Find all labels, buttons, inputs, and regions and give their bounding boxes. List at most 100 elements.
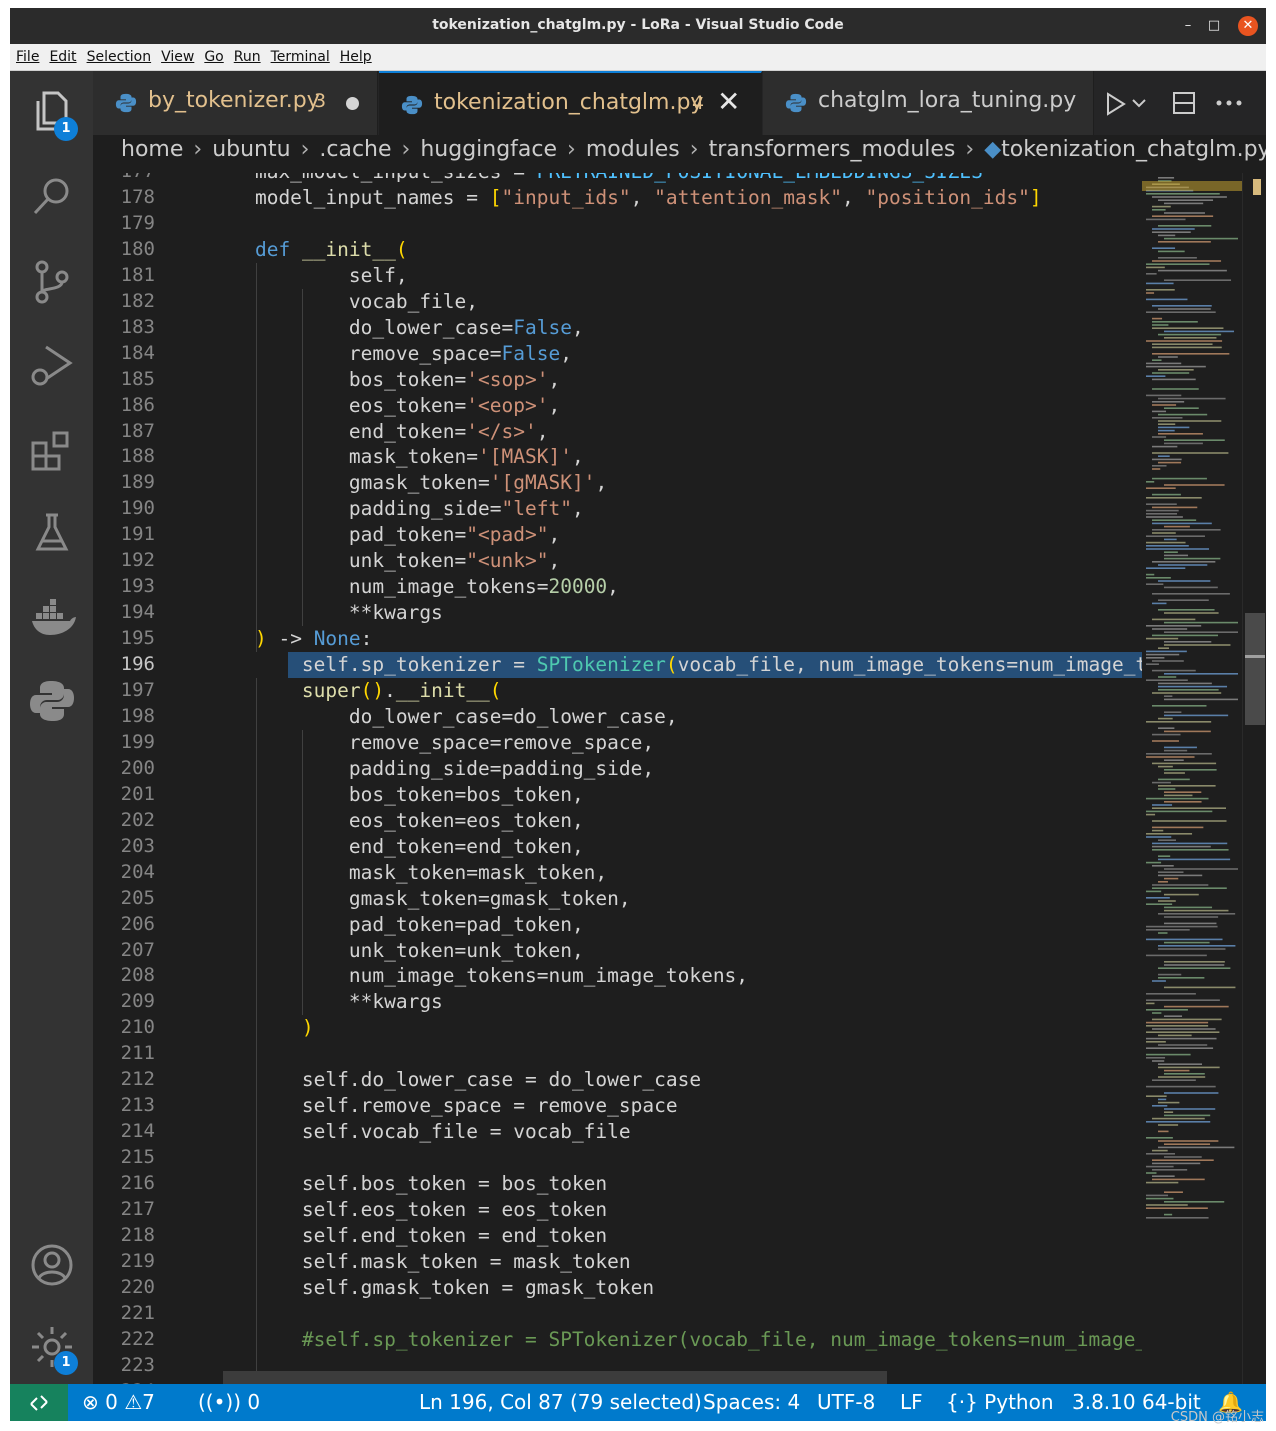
code-line[interactable]: 187 end_token='</s>',: [93, 419, 1142, 445]
code-line[interactable]: 218 self.end_token = end_token: [93, 1223, 1142, 1249]
menu-view[interactable]: View: [155, 44, 198, 65]
code-editor[interactable]: 177 max_model_input_sizes = PRETRAINED_P…: [93, 173, 1142, 1384]
problems-indicator[interactable]: ⊗ 0 ⚠7: [82, 1390, 155, 1414]
account-icon[interactable]: [28, 1241, 76, 1289]
run-python-file-icon[interactable]: [1104, 91, 1128, 117]
code-line[interactable]: 199 remove_space=remove_space,: [93, 730, 1142, 756]
breadcrumb-item[interactable]: tokenization_chatglm.py: [1001, 137, 1266, 162]
search-icon[interactable]: [28, 173, 76, 221]
code-line[interactable]: 216 self.bos_token = bos_token: [93, 1171, 1142, 1197]
minimap-line: [1146, 535, 1205, 537]
code-line[interactable]: 184 remove_space=False,: [93, 341, 1142, 367]
code-line[interactable]: 207 unk_token=unk_token,: [93, 938, 1142, 964]
code-line[interactable]: 202 eos_token=eos_token,: [93, 808, 1142, 834]
code-line[interactable]: 209 **kwargs: [93, 989, 1142, 1015]
settings-gear-icon[interactable]: 1: [28, 1323, 78, 1375]
minimap-line: [1158, 977, 1205, 979]
code-line[interactable]: 208 num_image_tokens=num_image_tokens,: [93, 963, 1142, 989]
line-ending[interactable]: LF: [900, 1390, 923, 1414]
code-line[interactable]: 214 self.vocab_file = vocab_file: [93, 1119, 1142, 1145]
cursor-position[interactable]: Ln 196, Col 87 (79 selected): [419, 1390, 702, 1414]
language-mode[interactable]: {·} Python: [946, 1390, 1054, 1414]
code-line[interactable]: 210 ): [93, 1015, 1142, 1041]
explorer-badge: 1: [54, 117, 78, 141]
remote-indicator[interactable]: [10, 1384, 68, 1421]
minimap-line: [1146, 1085, 1216, 1088]
minimap-line: [1146, 1153, 1176, 1155]
menu-edit[interactable]: Edit: [43, 44, 80, 65]
chevron-down-icon[interactable]: [1132, 97, 1146, 109]
ports-indicator[interactable]: ((•)) 0: [198, 1390, 260, 1414]
code-line[interactable]: 205 gmask_token=gmask_token,: [93, 886, 1142, 912]
python-icon[interactable]: [28, 677, 76, 725]
code-line[interactable]: 182 vocab_file,: [93, 289, 1142, 315]
code-line[interactable]: 211: [93, 1041, 1142, 1067]
menu-selection[interactable]: Selection: [81, 44, 156, 65]
code-line[interactable]: 201 bos_token=bos_token,: [93, 782, 1142, 808]
code-line[interactable]: 192 unk_token="<unk>",: [93, 548, 1142, 574]
code-line[interactable]: 198 do_lower_case=do_lower_case,: [93, 704, 1142, 730]
code-line[interactable]: 220 self.gmask_token = gmask_token: [93, 1275, 1142, 1301]
extensions-icon[interactable]: [28, 425, 76, 473]
close-window-button[interactable]: ✕: [1238, 16, 1258, 36]
code-line[interactable]: 195 ) -> None:: [93, 626, 1142, 652]
source-control-icon[interactable]: [28, 257, 76, 305]
menu-terminal[interactable]: Terminal: [265, 44, 334, 65]
code-line[interactable]: 191 pad_token="<pad>",: [93, 522, 1142, 548]
code-line[interactable]: 183 do_lower_case=False,: [93, 315, 1142, 341]
code-line[interactable]: 197 super().__init__(: [93, 678, 1142, 704]
run-debug-icon[interactable]: [28, 341, 76, 389]
code-line[interactable]: 181 self,: [93, 263, 1142, 289]
testing-icon[interactable]: [28, 509, 76, 557]
code-line[interactable]: 215: [93, 1145, 1142, 1171]
vertical-scrollbar[interactable]: [1242, 173, 1266, 1384]
minimize-button[interactable]: –: [1178, 16, 1198, 36]
breadcrumb-item[interactable]: huggingface: [420, 137, 557, 162]
code-line[interactable]: 219 self.mask_token = mask_token: [93, 1249, 1142, 1275]
close-tab-icon[interactable]: ✕: [717, 85, 740, 118]
code-line[interactable]: 194 **kwargs: [93, 600, 1142, 626]
menu-run[interactable]: Run: [228, 44, 265, 65]
code-line[interactable]: 177 max_model_input_sizes = PRETRAINED_P…: [93, 173, 1142, 185]
tab-tokenization-chatglm[interactable]: tokenization_chatglm.py 4 ✕: [379, 71, 762, 135]
breadcrumb-item[interactable]: modules: [586, 137, 680, 162]
code-line[interactable]: 179: [93, 211, 1142, 237]
code-line[interactable]: 221: [93, 1301, 1142, 1327]
explorer-icon[interactable]: 1: [28, 87, 78, 141]
breadcrumb-item[interactable]: .cache: [319, 137, 391, 162]
breadcrumb-item[interactable]: transformers_modules: [709, 137, 956, 162]
code-line[interactable]: 190 padding_side="left",: [93, 496, 1142, 522]
menu-file[interactable]: File: [10, 44, 43, 65]
tab-chatglm-lora-tuning[interactable]: chatglm_lora_tuning.py: [763, 71, 1094, 135]
code-line[interactable]: 204 mask_token=mask_token,: [93, 860, 1142, 886]
code-line[interactable]: 185 bos_token='<sop>',: [93, 367, 1142, 393]
breadcrumb-item[interactable]: home: [121, 137, 183, 162]
menu-go[interactable]: Go: [198, 44, 227, 65]
code-line[interactable]: 217 self.eos_token = eos_token: [93, 1197, 1142, 1223]
code-line[interactable]: 213 self.remove_space = remove_space: [93, 1093, 1142, 1119]
encoding[interactable]: UTF-8: [817, 1390, 875, 1414]
code-line[interactable]: 180 def __init__(: [93, 237, 1142, 263]
code-line[interactable]: 203 end_token=end_token,: [93, 834, 1142, 860]
menu-help[interactable]: Help: [334, 44, 376, 65]
code-line[interactable]: 188 mask_token='[MASK]',: [93, 444, 1142, 470]
maximize-button[interactable]: □: [1204, 16, 1224, 36]
code-line[interactable]: 212 self.do_lower_case = do_lower_case: [93, 1067, 1142, 1093]
code-line[interactable]: 200 padding_side=padding_side,: [93, 756, 1142, 782]
code-line[interactable]: 196 self.sp_tokenizer = SPTokenizer(voca…: [93, 652, 1142, 679]
split-editor-icon[interactable]: [1172, 91, 1196, 115]
code-line[interactable]: 189 gmask_token='[gMASK]',: [93, 470, 1142, 496]
code-line[interactable]: 222 #self.sp_tokenizer = SPTokenizer(voc…: [93, 1327, 1142, 1353]
more-actions-icon[interactable]: [1216, 99, 1242, 107]
indentation[interactable]: Spaces: 4: [703, 1390, 800, 1414]
code-line[interactable]: 193 num_image_tokens=20000,: [93, 574, 1142, 600]
tab-by-tokenizer[interactable]: by_tokenizer.py 3: [93, 71, 378, 135]
code-line[interactable]: 186 eos_token='<eop>',: [93, 393, 1142, 419]
code-line[interactable]: 206 pad_token=pad_token,: [93, 912, 1142, 938]
code-line[interactable]: 178 model_input_names = ["input_ids", "a…: [93, 185, 1142, 211]
breadcrumb-item[interactable]: ubuntu: [212, 137, 290, 162]
docker-icon[interactable]: [28, 593, 76, 641]
scrollbar-thumb[interactable]: [1245, 613, 1265, 725]
unsaved-dot-icon[interactable]: [346, 97, 359, 110]
minimap[interactable]: [1142, 173, 1242, 1384]
